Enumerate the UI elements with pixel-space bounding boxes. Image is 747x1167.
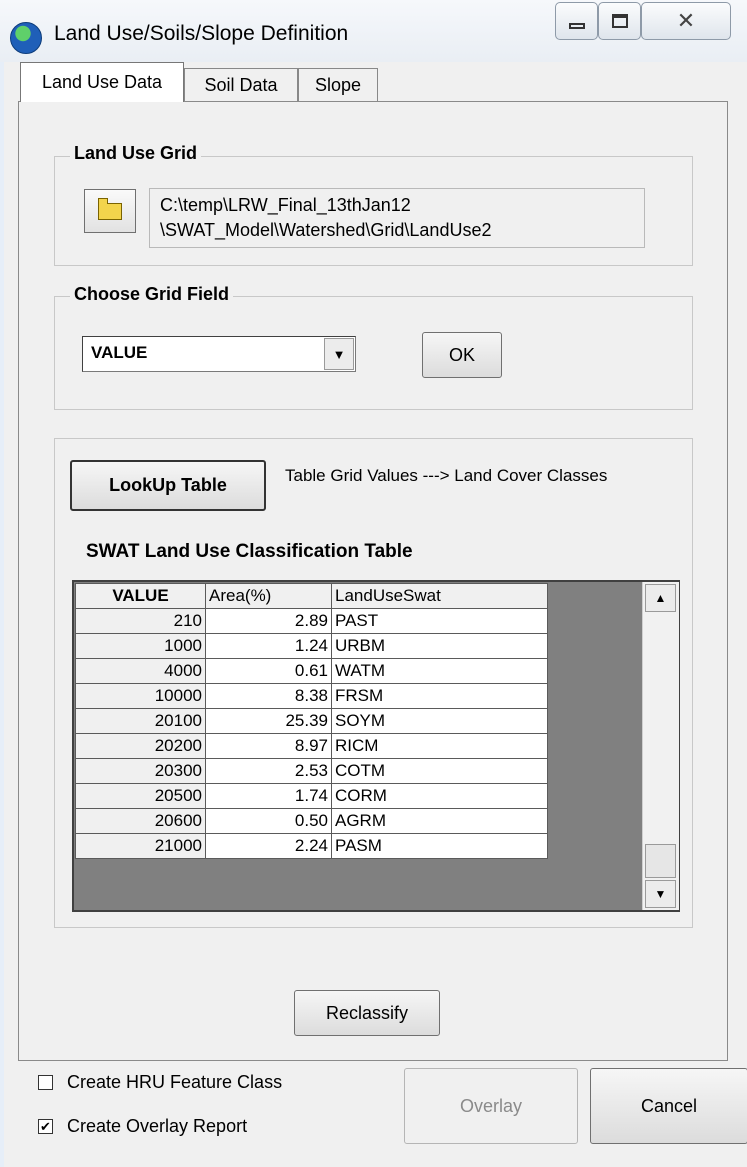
- cell-value[interactable]: 20200: [75, 733, 206, 759]
- cell-value[interactable]: 20100: [75, 708, 206, 734]
- cell-value[interactable]: 210: [75, 608, 206, 634]
- close-icon: ✕: [676, 8, 696, 33]
- table-row[interactable]: 10000 8.38 FRSM: [75, 683, 548, 709]
- minimize-icon: [568, 23, 585, 29]
- classification-table-title: SWAT Land Use Classification Table: [86, 541, 413, 562]
- window-title: Land Use/Soils/Slope Definition: [54, 22, 349, 45]
- table-row[interactable]: 20500 1.74 CORM: [75, 783, 548, 809]
- lookup-table-button[interactable]: LookUp Table: [70, 460, 266, 511]
- cancel-button[interactable]: Cancel: [590, 1068, 747, 1144]
- table-row[interactable]: 1000 1.24 URBM: [75, 633, 548, 659]
- cell-area[interactable]: 0.50: [205, 808, 332, 834]
- cell-area[interactable]: 1.24: [205, 633, 332, 659]
- cell-value[interactable]: 4000: [75, 658, 206, 684]
- create-hru-checkbox[interactable]: [38, 1075, 53, 1090]
- maximize-icon: [611, 14, 628, 28]
- create-hru-option[interactable]: Create HRU Feature Class: [38, 1072, 282, 1093]
- cell-area[interactable]: 8.38: [205, 683, 332, 709]
- create-report-checkbox[interactable]: ✔: [38, 1119, 53, 1134]
- cell-landuse[interactable]: SOYM: [331, 708, 548, 734]
- cell-landuse[interactable]: PASM: [331, 833, 548, 859]
- column-header-value[interactable]: VALUE: [75, 583, 206, 609]
- title-bar: Land Use/Soils/Slope Definition ✕: [0, 0, 747, 62]
- maximize-button[interactable]: [598, 2, 641, 40]
- window-left-edge: [0, 62, 4, 1167]
- table-row[interactable]: 20200 8.97 RICM: [75, 733, 548, 759]
- cell-area[interactable]: 2.24: [205, 833, 332, 859]
- browse-folder-button[interactable]: [84, 189, 136, 233]
- table-row[interactable]: 4000 0.61 WATM: [75, 658, 548, 684]
- cell-area[interactable]: 0.61: [205, 658, 332, 684]
- lookup-description: Table Grid Values ---> Land Cover Classe…: [285, 466, 608, 485]
- cell-landuse[interactable]: PAST: [331, 608, 548, 634]
- grid-field-selected-value: VALUE: [91, 343, 148, 362]
- table-vertical-scrollbar[interactable]: ▲ ▼: [642, 582, 679, 910]
- ok-button[interactable]: OK: [422, 332, 502, 378]
- tab-slope[interactable]: Slope: [298, 68, 378, 102]
- cell-landuse[interactable]: COTM: [331, 758, 548, 784]
- table-header-row: VALUE Area(%) LandUseSwat: [75, 583, 548, 609]
- table-row[interactable]: 20300 2.53 COTM: [75, 758, 548, 784]
- cell-landuse[interactable]: RICM: [331, 733, 548, 759]
- close-button[interactable]: ✕: [641, 2, 731, 40]
- scrollbar-thumb[interactable]: [645, 844, 676, 878]
- cell-value[interactable]: 20600: [75, 808, 206, 834]
- cell-value[interactable]: 20300: [75, 758, 206, 784]
- cell-landuse[interactable]: WATM: [331, 658, 548, 684]
- cell-area[interactable]: 2.89: [205, 608, 332, 634]
- scroll-down-icon[interactable]: ▼: [645, 880, 676, 908]
- choose-grid-field-legend: Choose Grid Field: [70, 284, 234, 305]
- table-row[interactable]: 20100 25.39 SOYM: [75, 708, 548, 734]
- column-header-area[interactable]: Area(%): [205, 583, 332, 609]
- table-row[interactable]: 21000 2.24 PASM: [75, 833, 548, 859]
- cell-area[interactable]: 25.39: [205, 708, 332, 734]
- path-line-1: C:\temp\LRW_Final_13thJan12: [160, 195, 411, 215]
- create-hru-label: Create HRU Feature Class: [67, 1072, 283, 1092]
- chevron-down-icon[interactable]: ▼: [324, 338, 354, 370]
- scroll-up-icon[interactable]: ▲: [645, 584, 676, 612]
- cell-value[interactable]: 21000: [75, 833, 206, 859]
- classification-table: VALUE Area(%) LandUseSwat 210 2.89 PAST 10…: [75, 583, 548, 859]
- cell-value[interactable]: 20500: [75, 783, 206, 809]
- overlay-button[interactable]: Overlay: [404, 1068, 578, 1144]
- minimize-button[interactable]: [555, 2, 598, 40]
- reclassify-button[interactable]: Reclassify: [294, 990, 440, 1036]
- cell-area[interactable]: 1.74: [205, 783, 332, 809]
- cell-landuse[interactable]: CORM: [331, 783, 548, 809]
- cell-area[interactable]: 2.53: [205, 758, 332, 784]
- create-report-option[interactable]: ✔ Create Overlay Report: [38, 1116, 247, 1137]
- cell-landuse[interactable]: URBM: [331, 633, 548, 659]
- create-report-label: Create Overlay Report: [67, 1116, 248, 1136]
- folder-icon: [98, 197, 122, 220]
- path-line-2: \SWAT_Model\Watershed\Grid\LandUse2: [160, 220, 492, 240]
- tab-soil-data[interactable]: Soil Data: [184, 68, 298, 102]
- cell-area[interactable]: 8.97: [205, 733, 332, 759]
- table-row[interactable]: 20600 0.50 AGRM: [75, 808, 548, 834]
- table-row[interactable]: 210 2.89 PAST: [75, 608, 548, 634]
- cell-landuse[interactable]: FRSM: [331, 683, 548, 709]
- classification-grid[interactable]: VALUE Area(%) LandUseSwat 210 2.89 PAST 10…: [72, 580, 680, 912]
- checkmark-icon: ✔: [40, 1119, 51, 1134]
- land-use-grid-legend: Land Use Grid: [70, 143, 202, 164]
- land-use-grid-path: C:\temp\LRW_Final_13thJan12 \SWAT_Model\…: [149, 188, 645, 248]
- tab-land-use-data[interactable]: Land Use Data: [20, 62, 184, 102]
- grid-field-select[interactable]: VALUE ▼: [82, 336, 356, 372]
- column-header-landuseswat[interactable]: LandUseSwat: [331, 583, 548, 609]
- cell-value[interactable]: 10000: [75, 683, 206, 709]
- globe-icon: [10, 22, 42, 54]
- cell-value[interactable]: 1000: [75, 633, 206, 659]
- cell-landuse[interactable]: AGRM: [331, 808, 548, 834]
